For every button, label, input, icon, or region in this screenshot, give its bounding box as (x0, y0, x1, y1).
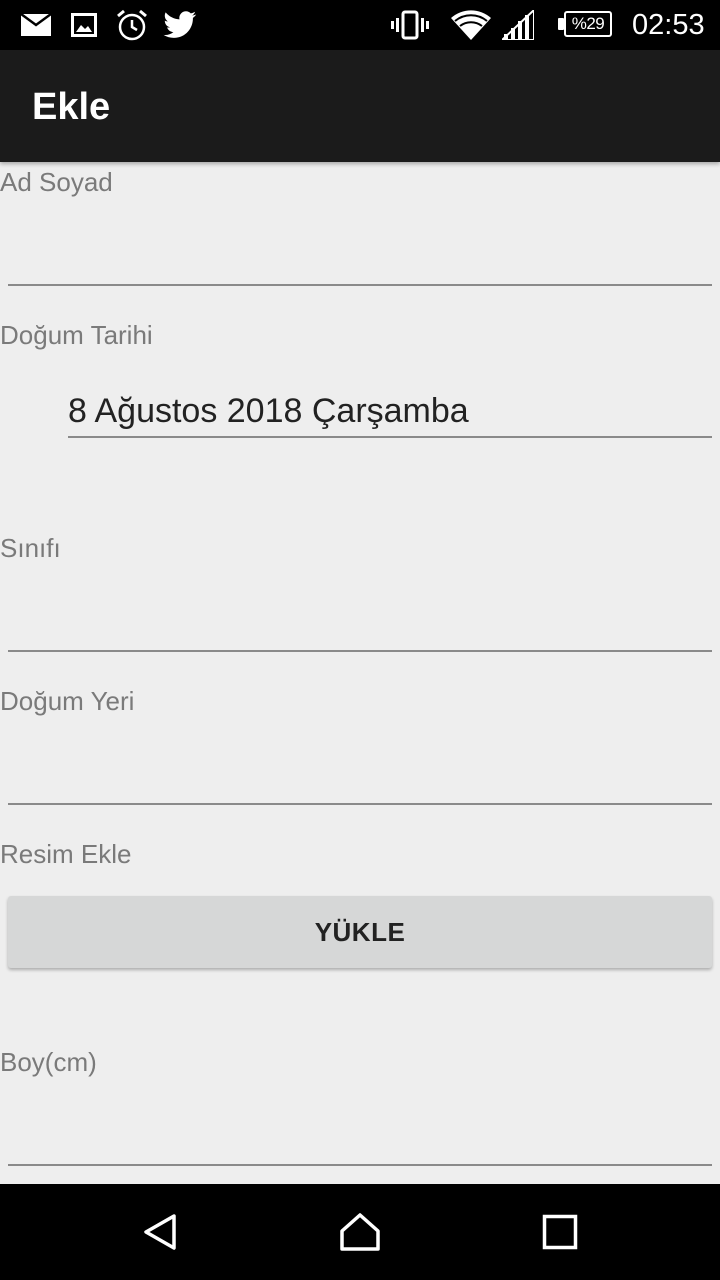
birth-date-label: Doğum Tarihi (0, 320, 153, 350)
height-input[interactable] (8, 1114, 712, 1166)
image-icon (70, 0, 98, 50)
image-label: Resim Ekle (0, 839, 132, 869)
signal-icon (500, 0, 536, 50)
class-label: Sınıfı (0, 533, 61, 563)
name-input[interactable] (8, 234, 712, 286)
recents-icon (542, 1214, 578, 1250)
navigation-bar (0, 1184, 720, 1280)
home-icon (340, 1213, 380, 1251)
page-title: Ekle (32, 86, 111, 128)
alarm-icon (114, 0, 150, 50)
status-bar: %29 02:53 (0, 0, 720, 50)
birth-place-input[interactable] (8, 753, 712, 805)
birth-place-label: Doğum Yeri (0, 686, 135, 716)
battery-icon: %29 (564, 11, 612, 37)
back-button[interactable] (100, 1184, 220, 1280)
recents-button[interactable] (500, 1184, 620, 1280)
home-button[interactable] (300, 1184, 420, 1280)
mail-icon (20, 0, 52, 50)
back-icon (144, 1214, 176, 1250)
class-input[interactable] (8, 600, 712, 652)
name-label: Ad Soyad (0, 167, 113, 197)
wifi-icon (450, 0, 492, 50)
vibrate-icon (390, 0, 430, 50)
battery-level: %29 (571, 14, 605, 33)
twitter-icon (162, 0, 198, 50)
clock: 02:53 (632, 9, 705, 41)
height-label: Boy(cm) (0, 1047, 97, 1077)
birth-date-value: 8 Ağustos 2018 Çarşamba (68, 392, 469, 430)
app-bar: Ekle (0, 50, 720, 162)
birth-date-picker[interactable]: 8 Ağustos 2018 Çarşamba (68, 386, 712, 438)
upload-button[interactable]: YÜKLE (8, 896, 712, 968)
